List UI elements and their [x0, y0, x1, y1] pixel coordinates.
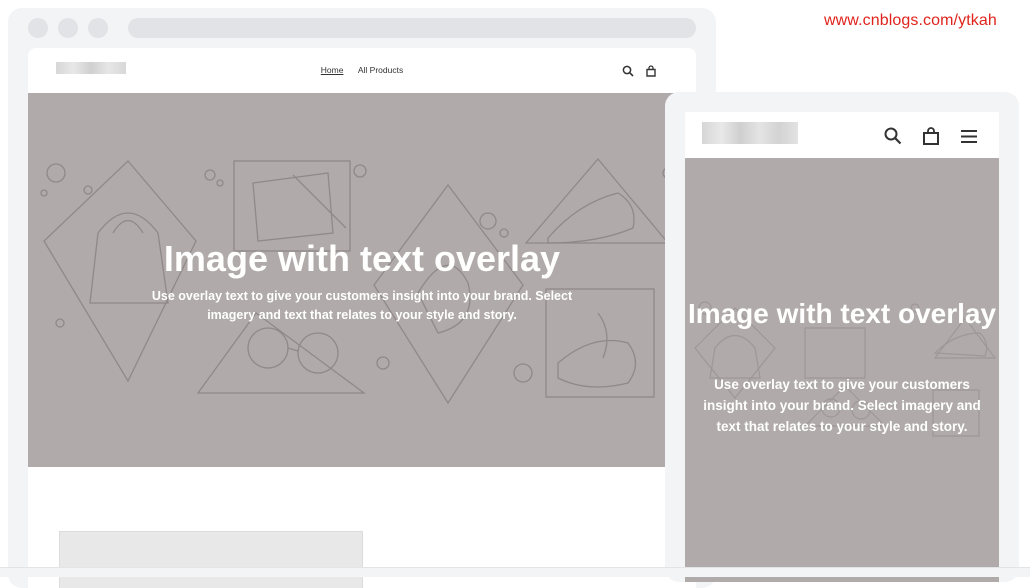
site-header: Home All Products: [28, 48, 696, 93]
cart-icon[interactable]: [921, 126, 941, 146]
mobile-site: Image with text overlay Use overlay text…: [685, 112, 999, 582]
window-dot-icon: [28, 18, 48, 38]
mobile-hero-title: Image with text overlay: [687, 298, 997, 329]
address-bar[interactable]: [128, 18, 696, 38]
hamburger-menu-icon[interactable]: [959, 126, 979, 146]
desktop-site: Home All Products Image with text overla…: [28, 48, 696, 588]
mobile-hero-image-banner: Image with text overlay Use overlay text…: [685, 158, 999, 582]
hero-description: Use overlay text to give your customers …: [151, 289, 573, 322]
window-dot-icon: [58, 18, 78, 38]
line-art-illustration: [694, 301, 997, 437]
hero-title: Image with text overlay: [163, 238, 561, 279]
desktop-browser-mockup: Home All Products Image with text overla…: [8, 8, 716, 588]
mobile-site-header: [685, 112, 999, 158]
mobile-device-mockup: Image with text overlay Use overlay text…: [665, 92, 1019, 582]
window-dot-icon: [88, 18, 108, 38]
mobile-hero-description: Use overlay text to give your customers …: [703, 377, 981, 434]
cart-icon[interactable]: [645, 65, 657, 77]
search-icon[interactable]: [883, 126, 903, 146]
main-nav: Home All Products: [28, 65, 696, 75]
line-art-illustration: [40, 157, 674, 405]
hero-image-banner: Image with text overlay Use overlay text…: [28, 93, 696, 467]
logo[interactable]: [702, 122, 798, 144]
watermark-url: www.cnblogs.com/ytkah: [824, 12, 997, 29]
nav-link-all-products[interactable]: All Products: [358, 65, 403, 75]
nav-link-home[interactable]: Home: [321, 65, 344, 75]
content-placeholder-block: [59, 531, 363, 588]
search-icon[interactable]: [622, 65, 634, 77]
